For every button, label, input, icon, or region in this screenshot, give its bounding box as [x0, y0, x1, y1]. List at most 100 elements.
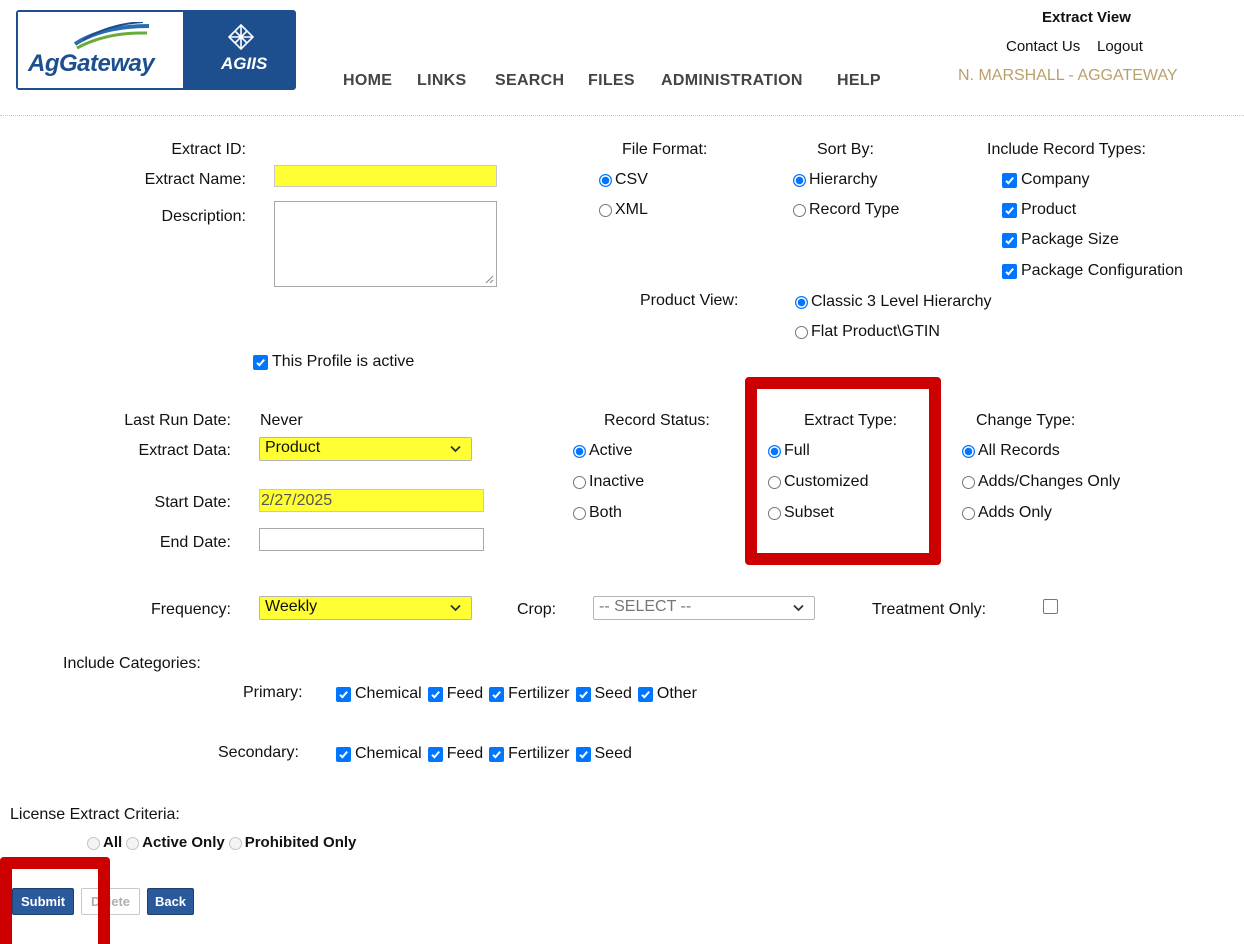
resize-handle-icon[interactable]	[485, 275, 494, 284]
primary-chemical-checkbox[interactable]: Chemical	[336, 684, 422, 704]
sort-by-option-hierarchy[interactable]: Hierarchy	[793, 170, 877, 190]
check-icon	[637, 686, 653, 702]
check-icon	[575, 686, 591, 702]
treatment-only-checkbox[interactable]	[1043, 599, 1058, 614]
end-date-input[interactable]	[259, 528, 484, 551]
last-run-date-value: Never	[260, 412, 303, 429]
license-criteria-label: License Extract Criteria:	[10, 806, 180, 823]
check-icon	[1002, 172, 1017, 188]
header-divider	[0, 115, 1244, 116]
back-button[interactable]: Back	[147, 888, 194, 915]
record-status-option-both[interactable]: Both	[573, 503, 622, 523]
product-view-classic-label: Classic 3 Level Hierarchy	[811, 293, 992, 310]
primary-seed-checkbox[interactable]: Seed	[575, 684, 632, 704]
logout-link[interactable]: Logout	[1097, 38, 1143, 55]
record-type-package-configuration-checkbox[interactable]: Package Configuration	[1002, 261, 1183, 281]
radio-selected-icon	[793, 173, 806, 187]
extract-type-option-full[interactable]: Full	[768, 441, 810, 461]
primary-fertilizer-checkbox[interactable]: Fertilizer	[489, 684, 570, 704]
file-format-option-csv[interactable]: CSV	[599, 170, 648, 190]
extract-type-highlight-box	[745, 377, 941, 565]
radio-icon	[573, 475, 586, 489]
license-all-label: All	[103, 834, 123, 851]
nav-search[interactable]: SEARCH	[495, 72, 564, 90]
product-view-option-classic[interactable]: Classic 3 Level Hierarchy	[795, 292, 992, 312]
primary-other-label: Other	[656, 685, 697, 702]
product-view-label: Product View:	[640, 292, 739, 309]
extract-data-value: Product	[265, 439, 321, 456]
frequency-value: Weekly	[265, 598, 318, 615]
nav-links[interactable]: LINKS	[417, 72, 467, 90]
file-format-label: File Format:	[622, 141, 708, 158]
nav-administration[interactable]: ADMINISTRATION	[661, 72, 803, 90]
primary-other-checkbox[interactable]: Other	[637, 684, 697, 704]
agiis-logo: AGIIS	[183, 12, 294, 88]
radio-icon	[573, 506, 586, 520]
secondary-feed-label: Feed	[446, 745, 484, 762]
crop-select[interactable]: -- SELECT --	[593, 596, 815, 620]
chevron-down-icon	[450, 604, 461, 612]
primary-feed-checkbox[interactable]: Feed	[427, 684, 483, 704]
record-type-product-checkbox[interactable]: Product	[1002, 200, 1076, 220]
record-status-both-label: Both	[589, 504, 622, 521]
check-icon	[489, 686, 505, 702]
check-icon	[427, 686, 443, 702]
change-type-option-adds-only[interactable]: Adds Only	[962, 503, 1052, 523]
nav-home[interactable]: HOME	[343, 72, 392, 90]
radio-selected-icon	[962, 444, 975, 458]
logo-block[interactable]: AgGateway AGIIS	[16, 10, 296, 90]
change-type-option-all-records[interactable]: All Records	[962, 441, 1060, 461]
nav-help[interactable]: HELP	[837, 72, 881, 90]
product-view-option-flat[interactable]: Flat Product\GTIN	[795, 322, 940, 342]
delete-button: Delete	[81, 888, 140, 915]
radio-selected-icon	[768, 444, 781, 458]
extract-type-full-label: Full	[784, 442, 810, 459]
submit-button[interactable]: Submit	[12, 888, 74, 915]
secondary-seed-checkbox[interactable]: Seed	[575, 744, 632, 764]
start-date-input[interactable]	[259, 489, 484, 512]
record-type-package-configuration-label: Package Configuration	[1021, 262, 1183, 279]
aggateway-logo-text: AgGateway	[28, 50, 155, 77]
change-type-adds-only-label: Adds Only	[978, 504, 1052, 521]
extract-name-input[interactable]	[274, 165, 497, 187]
active-profile-label: This Profile is active	[272, 353, 415, 370]
check-icon	[489, 746, 505, 762]
nav-files[interactable]: FILES	[588, 72, 635, 90]
record-status-inactive-label: Inactive	[589, 473, 645, 490]
description-label: Description:	[161, 208, 246, 225]
license-option-all: All	[87, 833, 122, 853]
secondary-chemical-checkbox[interactable]: Chemical	[336, 744, 422, 764]
file-format-option-xml[interactable]: XML	[599, 200, 648, 220]
description-textarea[interactable]	[274, 201, 497, 287]
check-icon	[1002, 202, 1017, 218]
extract-type-option-customized[interactable]: Customized	[768, 472, 868, 492]
record-status-option-active[interactable]: Active	[573, 441, 633, 461]
record-type-company-label: Company	[1021, 171, 1090, 188]
end-date-label: End Date:	[159, 534, 231, 551]
secondary-seed-label: Seed	[594, 745, 632, 762]
check-icon	[427, 746, 443, 762]
radio-icon	[793, 203, 806, 217]
extract-data-label: Extract Data:	[138, 442, 231, 459]
primary-seed-label: Seed	[594, 685, 632, 702]
contact-us-link[interactable]: Contact Us	[1006, 38, 1080, 55]
extract-type-option-subset[interactable]: Subset	[768, 503, 834, 523]
change-type-option-adds-changes[interactable]: Adds/Changes Only	[962, 472, 1120, 492]
secondary-fertilizer-checkbox[interactable]: Fertilizer	[489, 744, 570, 764]
frequency-select[interactable]: Weekly	[259, 596, 472, 620]
sort-by-option-record-type[interactable]: Record Type	[793, 200, 899, 220]
check-icon	[1002, 263, 1017, 279]
record-status-option-inactive[interactable]: Inactive	[573, 472, 644, 492]
diamond-grid-icon	[228, 24, 254, 50]
record-type-package-size-checkbox[interactable]: Package Size	[1002, 230, 1119, 250]
sort-by-record-type-label: Record Type	[809, 201, 900, 218]
change-type-all-records-label: All Records	[978, 442, 1060, 459]
extract-type-label: Extract Type:	[804, 412, 898, 429]
extract-type-customized-label: Customized	[784, 473, 869, 490]
secondary-feed-checkbox[interactable]: Feed	[427, 744, 484, 764]
extract-data-select[interactable]: Product	[259, 437, 472, 461]
secondary-label: Secondary:	[218, 744, 299, 761]
active-profile-checkbox[interactable]: This Profile is active	[253, 352, 414, 372]
radio-disabled-icon	[228, 836, 242, 850]
record-type-company-checkbox[interactable]: Company	[1002, 170, 1089, 190]
